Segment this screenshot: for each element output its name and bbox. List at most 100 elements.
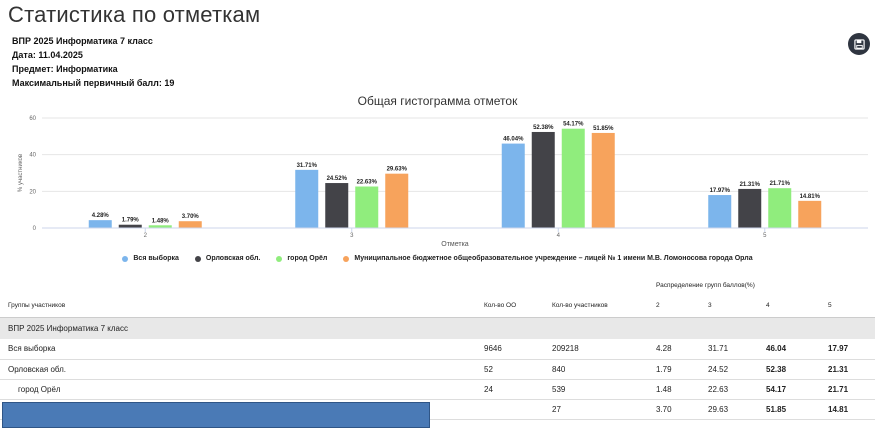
- histogram-chart: Общая гистограмма отметок 0 20 40 60% участ…: [0, 94, 875, 274]
- group-row: ВПР 2025 Информатика 7 класс: [0, 317, 875, 339]
- row-g5: 14.81: [820, 399, 875, 420]
- row-participants: 209218: [544, 339, 648, 360]
- legend-dot-icon: [122, 255, 129, 262]
- x-tick-label: 5: [763, 233, 767, 239]
- bar-data-label: 21.71%: [770, 181, 791, 187]
- bar-data-label: 1.79%: [122, 218, 140, 224]
- y-tick-label: 0: [33, 226, 37, 232]
- row-participants: 27: [544, 399, 648, 420]
- bar: [768, 188, 792, 228]
- bar-data-label: 3.70%: [182, 214, 200, 220]
- bar: [295, 169, 319, 228]
- legend-item[interactable]: Орловская обл.: [194, 255, 261, 262]
- row-g2: 3.70: [648, 399, 700, 420]
- save-icon: [853, 38, 865, 50]
- bar: [355, 186, 379, 228]
- row-g4: 51.85: [758, 399, 820, 420]
- bar: [561, 128, 585, 228]
- bar-data-label: 1.48%: [152, 218, 170, 224]
- col-header-groups: Группы участников: [0, 295, 476, 318]
- table-row: город Орёл 24 539 1.48 22.63 54.17 21.71: [0, 379, 875, 400]
- row-g4: 54.17: [758, 379, 820, 400]
- bar-data-label: 54.17%: [563, 122, 584, 128]
- row-g3: 22.63: [700, 379, 758, 400]
- bar: [88, 220, 112, 228]
- bar-data-label: 24.52%: [327, 176, 348, 182]
- bar-data-label: 21.31%: [740, 182, 761, 188]
- legend-label: Вся выборка: [133, 255, 179, 262]
- meta-line-test: ВПР 2025 Информатика 7 класс: [12, 36, 153, 46]
- col-header-participants: Кол-во участников: [544, 295, 648, 318]
- legend-label: город Орёл: [287, 255, 328, 262]
- row-g4: 52.38: [758, 359, 820, 380]
- row-g5: 21.71: [820, 379, 875, 400]
- bar: [501, 143, 525, 228]
- legend-dot-icon: [194, 255, 201, 262]
- bar-data-label: 22.63%: [357, 180, 378, 186]
- table-header-row: Группы участников Кол-во ОО Кол-во участ…: [0, 295, 875, 318]
- row-participants: 539: [544, 379, 648, 400]
- bar-data-label: 14.81%: [800, 194, 821, 200]
- legend-label: Муниципальное бюджетное общеобразователь…: [354, 255, 753, 262]
- save-button[interactable]: [848, 33, 870, 55]
- col-header-grade-5: 5: [820, 295, 875, 318]
- redaction-box: [2, 402, 430, 428]
- bar-data-label: 29.63%: [387, 167, 408, 173]
- x-tick-label: 4: [557, 233, 561, 239]
- chart-svg: 0 20 40 60 % участников 4.28% 1.79% 1.48% 3.70% 2…: [18, 116, 868, 248]
- row-g2: 4.28: [648, 339, 700, 360]
- bar: [325, 183, 349, 228]
- x-tick-label: 2: [144, 233, 148, 239]
- row-name: Орловская обл.: [0, 359, 476, 380]
- stats-table: Распределение групп баллов(%) Группы уча…: [0, 275, 875, 420]
- row-participants: 840: [544, 359, 648, 380]
- bar: [178, 221, 202, 228]
- bar-data-label: 52.38%: [533, 125, 554, 131]
- page-title: Статистика по отметкам: [8, 2, 261, 27]
- legend-item[interactable]: Муниципальное бюджетное общеобразователь…: [343, 255, 753, 262]
- report-meta: ВПР 2025 Информатика 7 класс Дата: 11.04…: [12, 34, 174, 90]
- legend-item[interactable]: город Орёл: [276, 255, 327, 262]
- legend-item[interactable]: Вся выборка: [122, 255, 179, 262]
- meta-line-subject: Предмет: Информатика: [12, 64, 118, 74]
- table-row: Орловская обл. 52 840 1.79 24.52 52.38 2…: [0, 359, 875, 380]
- row-g5: 17.97: [820, 339, 875, 360]
- bar-data-label: 31.71%: [297, 163, 318, 169]
- row-name: город Орёл: [0, 379, 476, 400]
- y-axis-label: % участников: [18, 154, 24, 192]
- legend-label: Орловская обл.: [205, 255, 261, 262]
- row-g2: 1.79: [648, 359, 700, 380]
- distribution-header: Распределение групп баллов(%): [656, 281, 755, 289]
- row-g5: 21.31: [820, 359, 875, 380]
- col-header-grade-2: 2: [648, 295, 700, 318]
- row-g4: 46.04: [758, 339, 820, 360]
- bar-data-label: 51.85%: [593, 126, 614, 132]
- row-name: Вся выборка: [0, 339, 476, 360]
- row-g3: 24.52: [700, 359, 758, 380]
- row-oo: 52: [476, 359, 544, 380]
- bar: [385, 173, 409, 228]
- x-axis-label: Отметка: [441, 241, 469, 248]
- table-row: Вся выборка 9646 209218 4.28 31.71 46.04…: [0, 339, 875, 360]
- y-tick-label: 40: [29, 153, 36, 159]
- bar: [738, 188, 762, 228]
- meta-line-max-score: Максимальный первичный балл: 19: [12, 78, 175, 88]
- row-oo: [476, 399, 544, 420]
- meta-line-date: Дата: 11.04.2025: [12, 50, 83, 60]
- y-tick-label: 20: [29, 189, 36, 195]
- group-label: ВПР 2025 Информатика 7 класс: [0, 317, 875, 339]
- bar: [531, 131, 555, 228]
- x-tick-label: 3: [350, 233, 354, 239]
- col-header-oo-count: Кол-во ОО: [476, 295, 544, 318]
- col-header-grade-3: 3: [700, 295, 758, 318]
- row-g2: 1.48: [648, 379, 700, 400]
- y-tick-label: 60: [29, 116, 36, 122]
- legend-dot-icon: [343, 255, 350, 262]
- bar: [591, 132, 615, 228]
- row-oo: 9646: [476, 339, 544, 360]
- legend-dot-icon: [276, 255, 283, 262]
- row-oo: 24: [476, 379, 544, 400]
- bar-data-label: 17.97%: [710, 188, 731, 194]
- bar-data-label: 4.28%: [92, 213, 110, 219]
- distribution-header-row: Распределение групп баллов(%): [0, 275, 875, 295]
